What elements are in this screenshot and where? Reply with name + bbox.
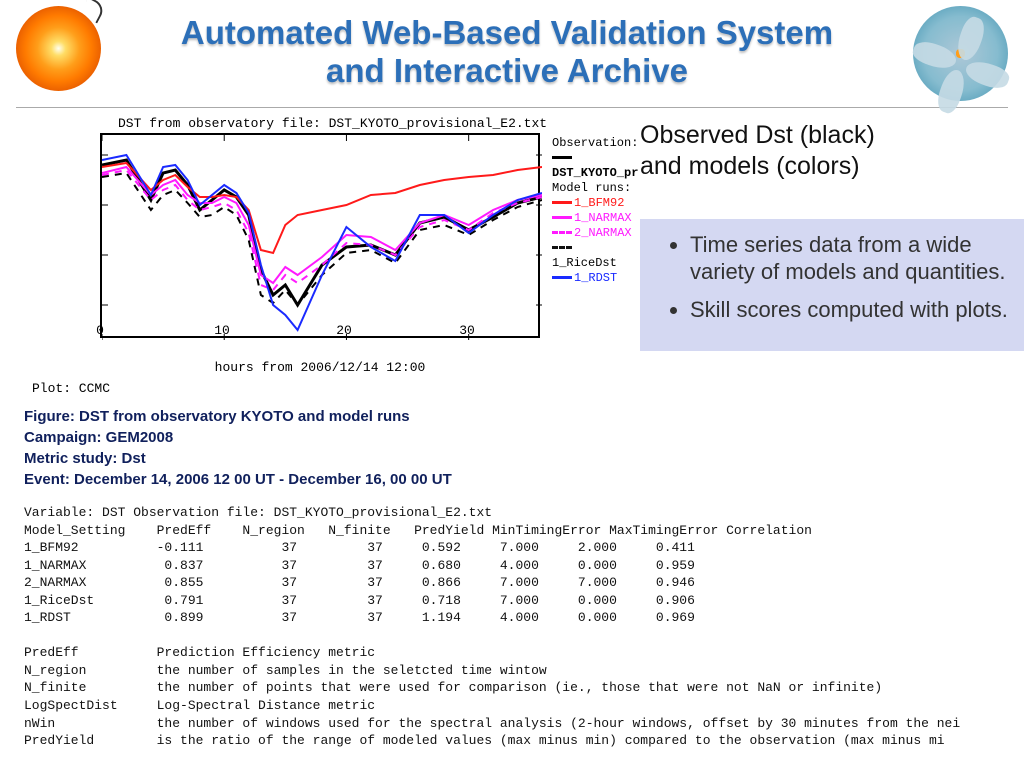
legend-item: 1_RiceDst <box>552 256 617 270</box>
xtick: 0 <box>96 323 104 338</box>
figure-metadata: Figure: DST from observatory KYOTO and m… <box>24 406 1000 490</box>
annot-line1: Observed Dst (black) <box>640 121 875 149</box>
legend-item: 2_NARMAX <box>574 226 632 240</box>
page-title: Automated Web-Based Validation System an… <box>101 6 913 90</box>
sun-logo-icon <box>16 6 101 91</box>
bullet-box: Time series data from a wide variety of … <box>640 219 1024 352</box>
chart-xlabel: hours from 2006/12/14 12:00 <box>100 360 540 375</box>
title-line1: Automated Web-Based Validation System <box>181 14 833 51</box>
legend-header: Model runs: <box>552 181 638 196</box>
figmeta-line: Event: December 14, 2006 12 00 UT - Dece… <box>24 469 1000 490</box>
legend-item: 1_BFM92 <box>574 196 624 210</box>
annot-line2: and models (colors) <box>640 152 860 180</box>
bullet-item: Time series data from a wide variety of … <box>690 231 1018 286</box>
dst-chart: DST from observatory file: DST_KYOTO_pro… <box>24 116 604 396</box>
chart-title: DST from observatory file: DST_KYOTO_pro… <box>118 116 604 131</box>
skill-score-table: Variable: DST Observation file: DST_KYOT… <box>24 504 1000 750</box>
bullet-item: Skill scores computed with plots. <box>690 296 1018 324</box>
earth-swirl-icon <box>913 6 1008 101</box>
figmeta-line: Metric study: Dst <box>24 448 1000 469</box>
figmeta-line: Figure: DST from observatory KYOTO and m… <box>24 406 1000 427</box>
chart-canvas <box>102 135 542 340</box>
legend-obs: DST_KYOTO_pr <box>552 166 638 180</box>
chart-source: Plot: CCMC <box>32 381 604 396</box>
header: Automated Web-Based Validation System an… <box>0 0 1024 107</box>
legend-item: 1_NARMAX <box>574 211 632 225</box>
chart-legend: Observation: DST_KYOTO_pr Model runs: 1_… <box>552 136 638 286</box>
xtick: 10 <box>214 323 230 338</box>
title-line2: and Interactive Archive <box>326 52 688 89</box>
legend-item: 1_RDST <box>574 271 617 285</box>
chart-annotation: Observed Dst (black) and models (colors) <box>640 120 1024 183</box>
xtick: 30 <box>459 323 475 338</box>
legend-header: Observation: <box>552 136 638 151</box>
figmeta-line: Campaign: GEM2008 <box>24 427 1000 448</box>
xtick: 20 <box>336 323 352 338</box>
